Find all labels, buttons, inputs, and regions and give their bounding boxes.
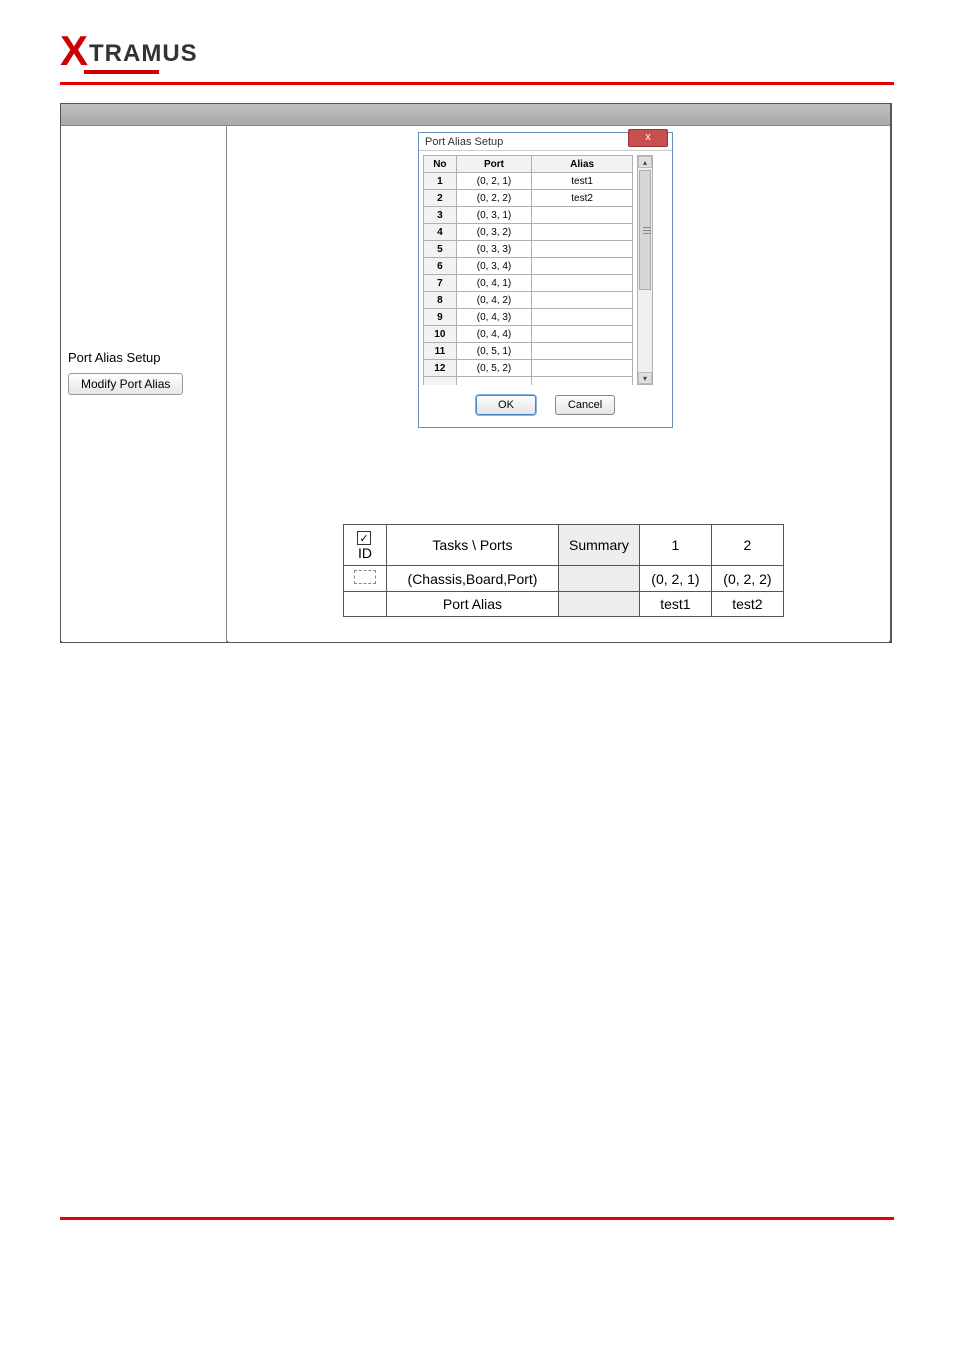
table-row[interactable]: 9(0, 4, 3) [424, 309, 633, 326]
result-header-row: ✓ID Tasks \ Ports Summary 1 2 [344, 525, 784, 566]
result-table: ✓ID Tasks \ Ports Summary 1 2 (Chassis,B… [343, 524, 784, 617]
brand-logo: X TRAMUS [0, 0, 954, 72]
value-cell: (0, 2, 2) [711, 566, 783, 592]
col-port: Port [456, 156, 532, 173]
summary-cell [559, 566, 640, 592]
table-row[interactable]: 2(0, 2, 2)test2 [424, 190, 633, 207]
table-row[interactable]: 1(0, 2, 1)test1 [424, 173, 633, 190]
table-row[interactable]: 7(0, 4, 1) [424, 275, 633, 292]
frame-titlebar [61, 104, 890, 126]
grid-scrollbar[interactable]: ▴ ▾ [637, 155, 653, 385]
close-icon[interactable]: x [628, 129, 668, 147]
dialog-button-row: OK Cancel [419, 385, 672, 427]
table-row[interactable]: 4(0, 3, 2) [424, 224, 633, 241]
col-no: No [424, 156, 457, 173]
left-panel-title: Port Alias Setup [68, 350, 226, 365]
scroll-down-icon[interactable]: ▾ [638, 372, 652, 384]
summary-cell [559, 592, 640, 617]
summary-header: Summary [559, 525, 640, 566]
col-2-header: 2 [711, 525, 783, 566]
table-row[interactable]: 3(0, 3, 1) [424, 207, 633, 224]
left-panel: Port Alias Setup Modify Port Alias [62, 126, 227, 642]
modify-port-alias-button[interactable]: Modify Port Alias [68, 373, 183, 395]
port-alias-setup-dialog: Port Alias Setup x No Port Alias 1(0, 2,… [418, 132, 673, 428]
table-row[interactable]: 5(0, 3, 3) [424, 241, 633, 258]
scroll-up-icon[interactable]: ▴ [638, 156, 652, 168]
cbp-label: (Chassis,Board,Port) [387, 566, 559, 592]
tasks-ports-header: Tasks \ Ports [387, 525, 559, 566]
empty-cell [344, 592, 387, 617]
scroll-grip [643, 233, 651, 234]
right-panel: Port Alias Setup x No Port Alias 1(0, 2,… [228, 126, 889, 642]
table-row[interactable]: 11(0, 5, 1) [424, 343, 633, 360]
result-row: (Chassis,Board,Port) (0, 2, 1) (0, 2, 2) [344, 566, 784, 592]
logo-x: X [60, 30, 89, 72]
ok-button[interactable]: OK [476, 395, 536, 415]
col-1-header: 1 [639, 525, 711, 566]
result-row: Port Alias test1 test2 [344, 592, 784, 617]
table-row[interactable]: 12(0, 5, 2) [424, 360, 633, 377]
port-alias-grid: No Port Alias 1(0, 2, 1)test1 2(0, 2, 2)… [423, 155, 633, 385]
logo-text: TRAMUS [89, 40, 198, 68]
grid-header-row: No Port Alias [424, 156, 633, 173]
id-label: ID [358, 545, 372, 561]
logo-underline [84, 70, 159, 74]
table-row[interactable]: 6(0, 3, 4) [424, 258, 633, 275]
scroll-grip [643, 227, 651, 228]
scroll-grip [643, 230, 651, 231]
cancel-button[interactable]: Cancel [555, 395, 615, 415]
table-row[interactable]: 8(0, 4, 2) [424, 292, 633, 309]
table-row-partial [424, 377, 633, 385]
footer-divider [60, 1217, 894, 1220]
dialog-titlebar: Port Alias Setup x [419, 133, 672, 151]
toggle-box-icon[interactable] [354, 570, 376, 584]
check-icon[interactable]: ✓ [357, 531, 371, 545]
alias-cell: test2 [711, 592, 783, 617]
scroll-thumb[interactable] [639, 170, 651, 290]
row-toggle-cell[interactable] [344, 566, 387, 592]
col-alias: Alias [532, 156, 633, 173]
alias-cell: test1 [639, 592, 711, 617]
header-divider [60, 82, 894, 85]
content-frame: Port Alias Setup Modify Port Alias Port … [60, 103, 892, 643]
id-header-cell: ✓ID [344, 525, 387, 566]
port-alias-label: Port Alias [387, 592, 559, 617]
dialog-title-text: Port Alias Setup [425, 136, 503, 148]
table-row[interactable]: 10(0, 4, 4) [424, 326, 633, 343]
value-cell: (0, 2, 1) [639, 566, 711, 592]
